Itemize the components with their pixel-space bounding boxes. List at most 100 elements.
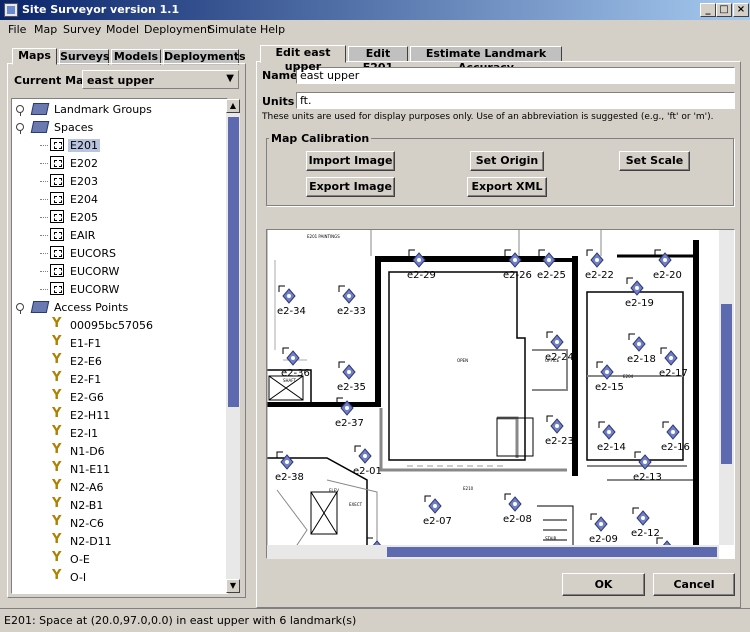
landmark-marker[interactable]: e2-18 <box>627 333 656 365</box>
landmark-marker[interactable]: e2-14 <box>597 421 626 453</box>
landmark-label: e2-17 <box>659 368 688 379</box>
tree-item-label: N1-D6 <box>70 445 105 458</box>
tree-item-label: E202 <box>70 157 98 170</box>
landmark-marker[interactable]: e2-33 <box>337 285 366 317</box>
tree-item-access-point[interactable]: Y E2-F1 <box>12 370 227 388</box>
tree-item-label: E204 <box>70 193 98 206</box>
floor-plan-map[interactable]: E201 PAINTINGS OPEN OFFICE E204 SHAFT TRAIN EL… <box>266 229 735 559</box>
tree-item-access-point[interactable]: Y O-E <box>12 550 227 568</box>
tree-item-access-points[interactable]: Access Points <box>12 298 227 316</box>
tree-item-space[interactable]: EAIR <box>12 226 227 244</box>
scroll-up-icon[interactable]: ▲ <box>226 99 240 113</box>
menu-simulate[interactable]: Simulate <box>208 23 257 36</box>
menu-deployment[interactable]: Deployment <box>144 23 211 36</box>
maximize-icon[interactable]: □ <box>716 3 732 17</box>
landmark-marker[interactable]: e2-24 <box>545 331 574 363</box>
landmark-marker[interactable]: e2-01 <box>353 445 382 477</box>
map-vertical-scrollbar[interactable] <box>719 230 734 545</box>
landmark-marker[interactable]: e2-07 <box>423 495 452 527</box>
landmark-marker[interactable]: e2-16 <box>661 421 690 453</box>
tree-item-access-point[interactable]: Y N2-D11 <box>12 532 227 550</box>
map-calibration-legend: Map Calibration <box>271 132 370 145</box>
tree-item-access-point[interactable]: Y N2-B1 <box>12 496 227 514</box>
scroll-down-icon[interactable]: ▼ <box>226 579 240 593</box>
landmark-marker[interactable]: e2-13 <box>633 451 662 483</box>
minimize-icon[interactable]: _ <box>700 3 716 17</box>
tree-item-label: E2-E6 <box>70 355 102 368</box>
current-map-select[interactable]: east upper ▼ <box>82 70 239 89</box>
landmark-marker[interactable]: e2-19 <box>625 277 654 309</box>
tree-item-space[interactable]: EUCORW <box>12 262 227 280</box>
map-horizontal-scroll-thumb[interactable] <box>387 547 717 557</box>
tree-item-label: EAIR <box>70 229 96 242</box>
menu-file[interactable]: File <box>8 23 26 36</box>
app-icon <box>4 3 18 17</box>
landmark-marker[interactable]: e2-29 <box>407 249 436 281</box>
tab-edit-east-upper[interactable]: Edit east upper <box>260 45 346 73</box>
tab-edit-e201[interactable]: Edit E201 <box>348 46 408 74</box>
tree-item-space[interactable]: E203 <box>12 172 227 190</box>
tree-collapse-icon[interactable] <box>16 123 24 134</box>
ok-button[interactable]: OK <box>562 573 645 596</box>
tree-item-label: EUCORW <box>70 283 120 296</box>
tree-item-landmark-groups[interactable]: Landmark Groups <box>12 100 227 118</box>
tree-item-access-point[interactable]: Y E2-H11 <box>12 406 227 424</box>
tree-item-access-point[interactable]: Y E2-I1 <box>12 424 227 442</box>
tree-collapse-icon[interactable] <box>16 303 24 314</box>
tree-item-access-point[interactable]: Y E2-G6 <box>12 388 227 406</box>
import-image-button[interactable]: Import Image <box>306 151 395 171</box>
landmark-marker[interactable]: e2-38 <box>275 451 304 483</box>
tree-item-spaces[interactable]: Spaces <box>12 118 227 136</box>
tree-item-access-point[interactable]: Y N2-C6 <box>12 514 227 532</box>
tree-item-space[interactable]: E205 <box>12 208 227 226</box>
menu-map[interactable]: Map <box>34 23 57 36</box>
room-label: ELEV <box>329 488 339 493</box>
close-icon[interactable]: × <box>733 3 749 17</box>
landmark-marker[interactable]: e2-36 <box>281 347 310 379</box>
landmark-marker[interactable]: e2-34 <box>277 285 306 317</box>
landmark-marker[interactable]: e2-15 <box>595 361 624 393</box>
landmark-marker[interactable]: e2-35 <box>337 361 366 393</box>
tree-item-access-point[interactable]: Y N1-D6 <box>12 442 227 460</box>
room-label: E210 <box>463 486 474 491</box>
landmark-marker[interactable]: e2-25 <box>537 249 566 281</box>
tree-item-access-point[interactable]: Y N1-E11 <box>12 460 227 478</box>
landmark-marker[interactable]: e2-08 <box>503 493 532 525</box>
tree-expand-icon[interactable] <box>16 105 24 116</box>
tree-item-space[interactable]: EUCORS <box>12 244 227 262</box>
map-vertical-scroll-thumb[interactable] <box>721 304 732 464</box>
access-point-icon: Y <box>52 370 62 385</box>
menu-survey[interactable]: Survey <box>63 23 101 36</box>
tree-item-space[interactable]: E202 <box>12 154 227 172</box>
tab-estimate-landmark-accuracy[interactable]: Estimate Landmark Accuracy <box>410 46 562 74</box>
map-horizontal-scrollbar[interactable] <box>267 545 719 559</box>
tree-item-space[interactable]: EUCORW <box>12 280 227 298</box>
export-xml-button[interactable]: Export XML <box>467 177 547 197</box>
landmark-label: e2-36 <box>281 368 310 379</box>
landmark-marker[interactable]: e2-12 <box>631 507 660 539</box>
tree-item-space[interactable]: E201 <box>12 136 227 154</box>
access-point-icon: Y <box>52 478 62 493</box>
tree-item-access-point[interactable]: Y O-I <box>12 568 227 586</box>
space-icon <box>50 282 64 295</box>
set-origin-button[interactable]: Set Origin <box>470 151 544 171</box>
tree-scroll-thumb[interactable] <box>228 117 239 407</box>
menu-model[interactable]: Model <box>106 23 139 36</box>
tree-item-label: N2-C6 <box>70 517 104 530</box>
tree-item-access-point[interactable]: Y E2-E6 <box>12 352 227 370</box>
landmark-marker[interactable]: e2-22 <box>585 249 614 281</box>
export-image-button[interactable]: Export Image <box>306 177 395 197</box>
menu-help[interactable]: Help <box>260 23 285 36</box>
landmark-marker[interactable]: e2-09 <box>589 513 618 545</box>
tab-maps[interactable]: Maps <box>12 48 57 65</box>
tree-item-access-point[interactable]: Y 00095bc57056 <box>12 316 227 334</box>
set-scale-button[interactable]: Set Scale <box>619 151 690 171</box>
tree-item-access-point[interactable]: Y N2-A6 <box>12 478 227 496</box>
cancel-button[interactable]: Cancel <box>653 573 735 596</box>
units-field[interactable]: ft. <box>296 92 735 109</box>
tree-item-access-point[interactable]: Y E1-F1 <box>12 334 227 352</box>
landmark-marker[interactable]: e2-23 <box>545 415 574 447</box>
tree-item-space[interactable]: E204 <box>12 190 227 208</box>
landmark-marker[interactable]: e2-26 <box>503 249 532 281</box>
name-field[interactable]: east upper <box>296 67 735 84</box>
